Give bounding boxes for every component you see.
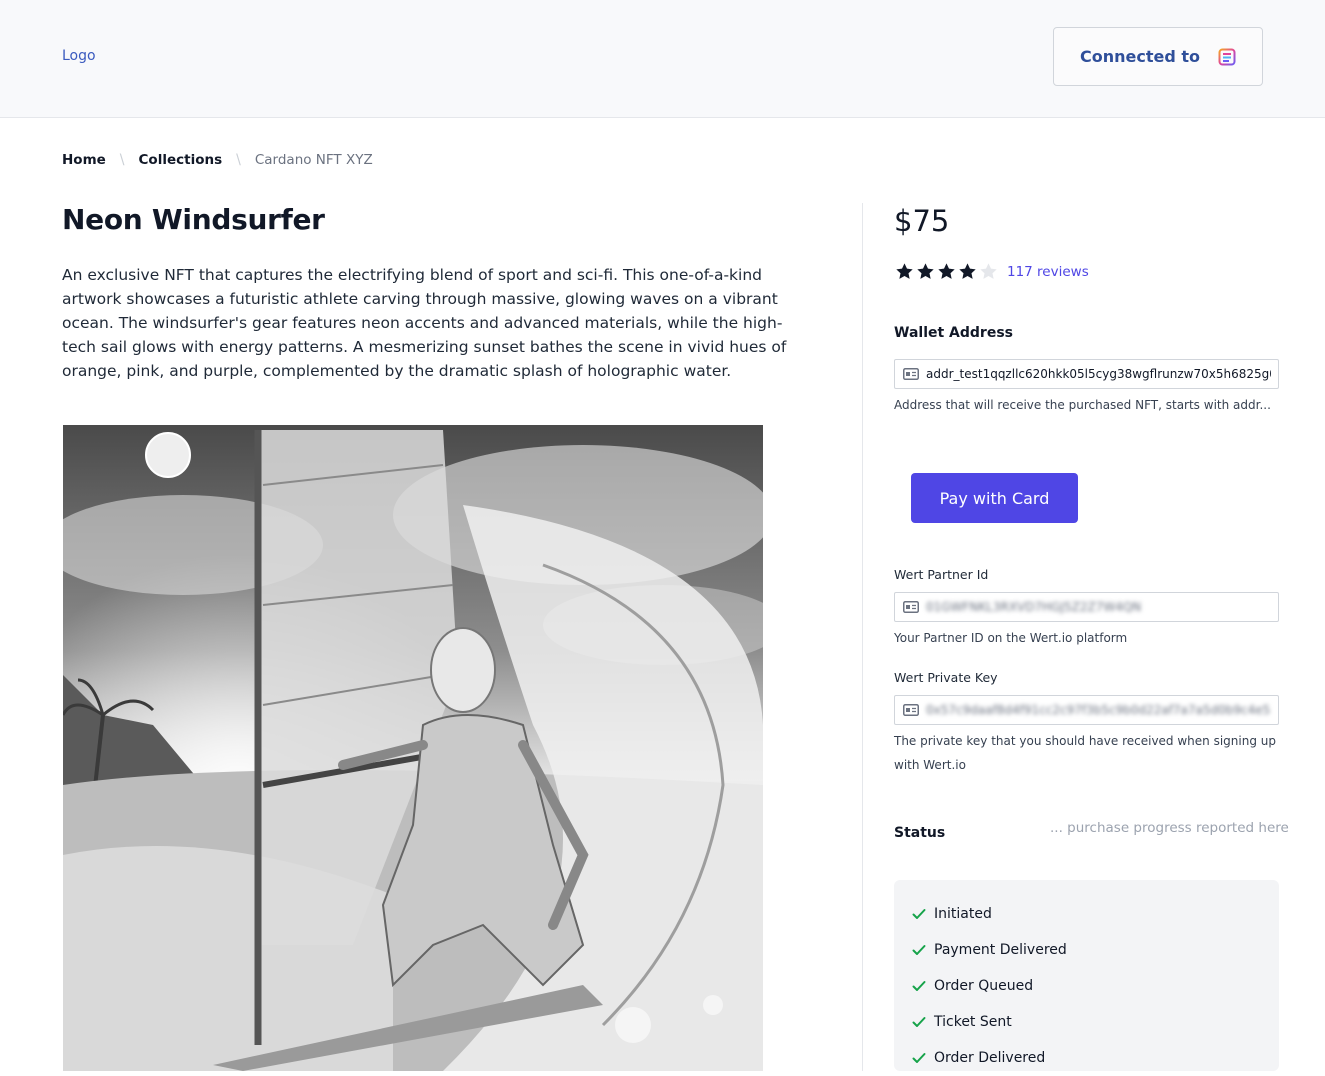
status-step-label: Payment Delivered (934, 942, 1067, 958)
star-filled-icon (896, 263, 913, 279)
star-filled-icon (938, 263, 955, 279)
check-icon (912, 909, 926, 919)
check-icon (912, 981, 926, 991)
wallet-address-input[interactable] (926, 367, 1271, 381)
status-step: Order Queued (911, 968, 1067, 1004)
connect-wallet-label: Connected to (1079, 47, 1200, 66)
connect-wallet-button[interactable]: Connected to (1053, 27, 1263, 86)
private-key-hint: The private key that you should have rec… (894, 734, 1276, 772)
pay-with-card-button[interactable]: Pay with Card (911, 473, 1078, 523)
logo-link[interactable]: Logo (62, 48, 96, 64)
partner-id-hint: Your Partner ID on the Wert.io platform (894, 631, 1128, 645)
star-empty-icon (980, 263, 997, 279)
id-card-icon (903, 704, 919, 716)
private-key-input[interactable] (926, 703, 1271, 717)
top-bar: Logo Connected to (0, 0, 1325, 118)
status-step: Payment Delivered (911, 932, 1067, 968)
breadcrumb-collections[interactable]: Collections (139, 152, 223, 168)
product-title: Neon Windsurfer (62, 203, 325, 236)
id-card-icon (903, 601, 919, 613)
product-description: An exclusive NFT that captures the elect… (62, 266, 787, 380)
status-step-label: Initiated (934, 906, 992, 922)
price: $75 (894, 204, 950, 238)
wallet-address-hint: Address that will receive the purchased … (894, 398, 1271, 412)
wallet-address-field[interactable] (894, 359, 1279, 389)
reviews-link[interactable]: 117 reviews (1007, 264, 1089, 280)
status-step-label: Order Queued (934, 978, 1034, 994)
check-icon (912, 1017, 926, 1027)
partner-id-input[interactable] (926, 600, 1271, 614)
rating-stars (895, 262, 998, 281)
nft-artwork-image (63, 425, 763, 1071)
star-filled-icon (917, 263, 934, 279)
wallet-address-label: Wallet Address (894, 325, 1013, 341)
breadcrumb: Home \ Collections \ Cardano NFT XYZ (62, 152, 373, 168)
status-step-label: Order Delivered (934, 1050, 1046, 1066)
status-step-label: Ticket Sent (934, 1014, 1012, 1030)
partner-id-field[interactable] (894, 592, 1279, 622)
check-icon (912, 1053, 926, 1063)
breadcrumb-current: Cardano NFT XYZ (254, 152, 373, 168)
status-steps: Initiated Payment Delivered Order Queued… (911, 896, 1067, 1076)
private-key-field[interactable] (894, 695, 1279, 725)
column-divider (862, 203, 863, 1071)
partner-id-label: Wert Partner Id (894, 567, 989, 582)
wallet-logo-icon (1218, 48, 1236, 65)
status-panel: Initiated Payment Delivered Order Queued… (894, 880, 1279, 1071)
breadcrumb-separator: \ (119, 152, 125, 168)
artwork-illustration (63, 425, 763, 1071)
check-icon (912, 945, 926, 955)
star-filled-icon (959, 263, 976, 279)
breadcrumb-separator: \ (236, 152, 241, 168)
breadcrumb-home[interactable]: Home (62, 152, 106, 168)
status-step: Initiated (911, 896, 1067, 932)
private-key-label: Wert Private Key (894, 670, 998, 685)
status-label: Status (894, 825, 946, 841)
status-step: Ticket Sent (911, 1004, 1067, 1040)
id-card-icon (903, 368, 919, 380)
status-hint: ... purchase progress reported here (1050, 820, 1289, 836)
